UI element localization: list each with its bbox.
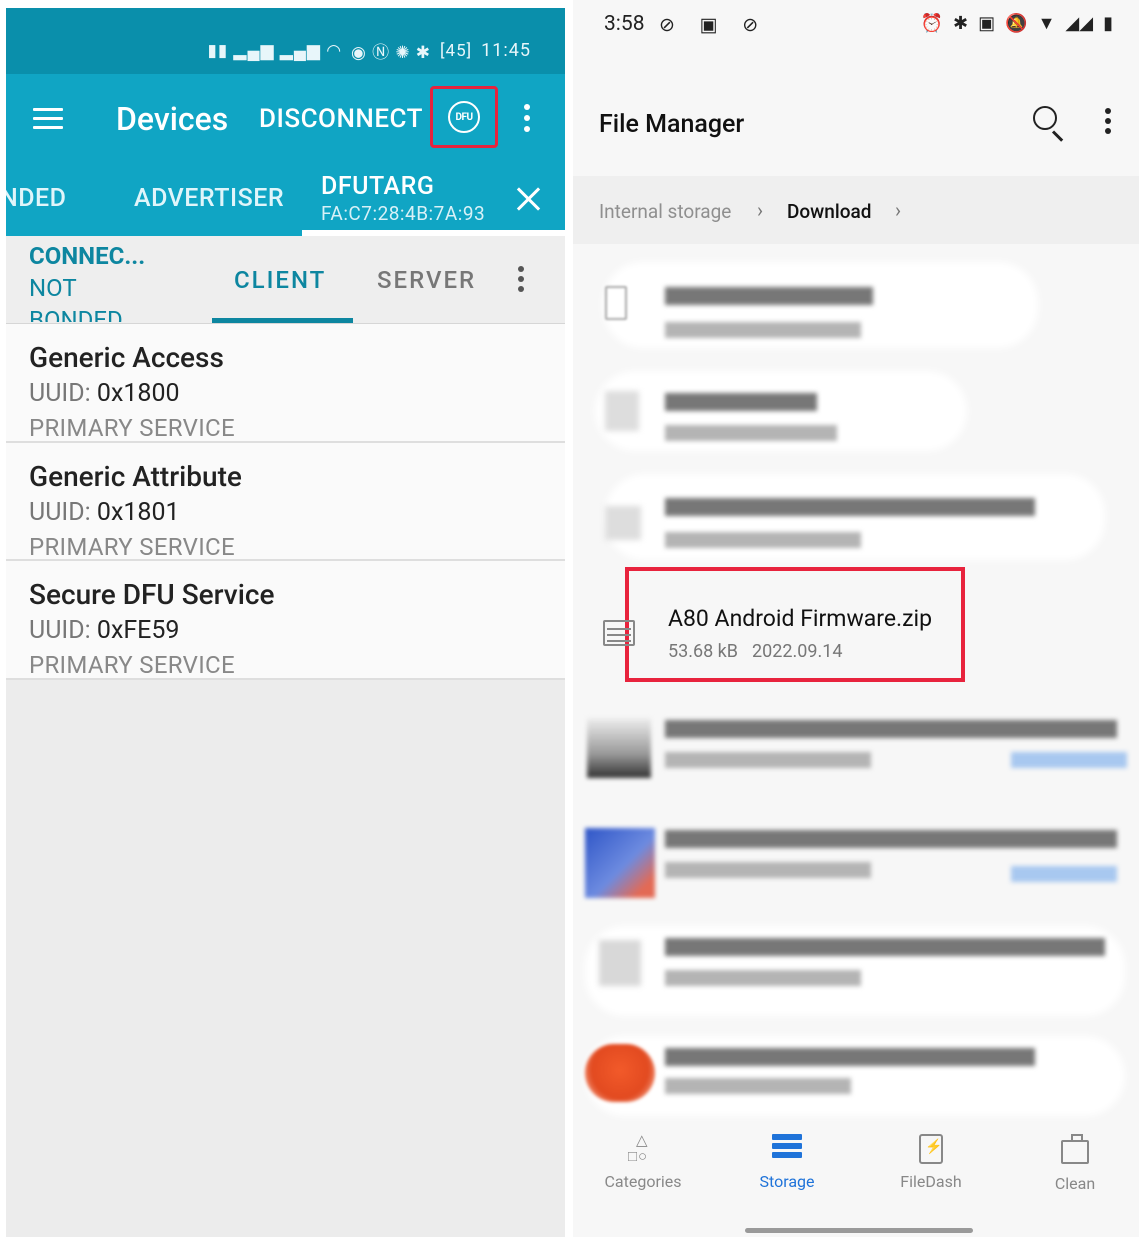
filedash-icon xyxy=(919,1134,943,1164)
right-status-bar: 3:58 ⊘ ▣ ⊘ ⏰ ✱ ▣ 🔕 ▼ ◢◢ ▮ xyxy=(573,0,1139,55)
tab-dfutarg[interactable]: DFUTARG FA:C7:28:4B:7A:93 xyxy=(321,172,485,225)
image-thumbnail xyxy=(585,1044,655,1102)
nav-filedash-label: FileDash xyxy=(900,1172,962,1191)
service-item[interactable]: Generic Access UUID: 0x1800 PRIMARY SERV… xyxy=(6,324,565,443)
service-item[interactable]: Secure DFU Service UUID: 0xFE59 PRIMARY … xyxy=(6,561,565,680)
chevron-right-icon: › xyxy=(895,198,902,222)
signal-icon: ◢◢ xyxy=(1065,13,1094,34)
file-icon xyxy=(605,286,627,320)
status-time: 11:45 xyxy=(481,40,531,61)
file-icon xyxy=(605,391,639,431)
nav-filedash[interactable]: FileDash xyxy=(861,1130,1001,1191)
notification-icons: ⊘ ▣ ⊘ xyxy=(659,13,769,36)
image-thumbnail xyxy=(587,718,651,778)
client-tab-indicator xyxy=(212,318,353,323)
service-uuid: UUID: 0x1800 xyxy=(29,379,180,408)
close-icon[interactable] xyxy=(514,184,544,214)
status-time: 3:58 xyxy=(604,12,645,36)
service-uuid: UUID: 0x1801 xyxy=(29,497,180,527)
firmware-file-meta: 53.68 kB 2022.09.14 xyxy=(668,641,842,662)
list-item-blurred[interactable] xyxy=(573,922,1139,1022)
alarm-icon: ⏰ xyxy=(920,13,944,34)
firmware-file-name[interactable]: A80 Android Firmware.zip xyxy=(668,605,932,632)
image-thumbnail xyxy=(585,828,655,898)
file-manager-screen: 3:58 ⊘ ▣ ⊘ ⏰ ✱ ▣ 🔕 ▼ ◢◢ ▮ File Manager I… xyxy=(573,0,1139,1237)
nav-storage-label: Storage xyxy=(759,1172,815,1191)
status-icons: ⏰ ✱ ▣ 🔕 ▼ ◢◢ ▮ xyxy=(921,13,1113,34)
service-type: PRIMARY SERVICE xyxy=(29,651,235,679)
client-overflow-icon[interactable] xyxy=(518,266,524,296)
menu-icon[interactable] xyxy=(33,108,63,130)
service-type: PRIMARY SERVICE xyxy=(29,532,235,561)
breadcrumb-download[interactable]: Download xyxy=(787,200,871,223)
service-name: Secure DFU Service xyxy=(29,578,275,611)
connection-status: CONNEC... NOT BONDED xyxy=(29,240,179,322)
storage-icon xyxy=(772,1134,802,1164)
tab-bonded[interactable]: NDED xyxy=(6,184,67,213)
overflow-menu-icon[interactable] xyxy=(524,104,532,134)
service-uuid: UUID: 0xFE59 xyxy=(29,616,180,645)
status-icons: ▮▮ ▂▄▆ ▂▄▆ ◠ ◉ Ⓝ ✺ ✱ [45] 11:45 xyxy=(207,38,531,63)
nav-storage[interactable]: Storage xyxy=(717,1130,857,1191)
wifi-icon: ▼ xyxy=(1037,13,1056,34)
chevron-right-icon: › xyxy=(757,198,764,222)
list-item-blurred[interactable] xyxy=(573,700,1139,800)
list-item-blurred[interactable] xyxy=(573,260,1139,360)
file-date: 2022.09.14 xyxy=(752,641,843,662)
bluetooth-icon: ✱ xyxy=(953,13,969,34)
nav-categories[interactable]: Categories xyxy=(573,1130,713,1191)
left-status-bar: ▮▮ ▂▄▆ ▂▄▆ ◠ ◉ Ⓝ ✺ ✱ [45] 11:45 xyxy=(6,8,565,74)
device-tabs: NDED ADVERTISER DFUTARG FA:C7:28:4B:7A:9… xyxy=(6,164,565,236)
archive-icon xyxy=(603,620,635,646)
connection-state: CONNEC... xyxy=(29,242,146,270)
nfc-icon: ◉ Ⓝ ✺ ✱ xyxy=(351,43,432,63)
nav-clean-label: Clean xyxy=(1054,1174,1096,1193)
page-title: File Manager xyxy=(599,110,745,139)
service-list: Generic Access UUID: 0x1800 PRIMARY SERV… xyxy=(6,324,565,680)
clean-icon xyxy=(1061,1134,1089,1164)
mute-icon: 🔕 xyxy=(1005,13,1028,34)
battery-icon: ▮ xyxy=(1103,13,1113,34)
file-size: 53.68 kB xyxy=(668,641,739,662)
volte-icon: ▣ xyxy=(978,13,996,34)
list-item-blurred[interactable] xyxy=(573,472,1139,572)
bottom-navigation: Categories Storage FileDash Clean xyxy=(573,1130,1139,1210)
file-list: A80 Android Firmware.zip 53.68 kB 2022.09… xyxy=(573,250,1139,1120)
list-item-blurred[interactable] xyxy=(573,1032,1139,1132)
disconnect-button[interactable]: DISCONNECT xyxy=(259,104,423,134)
nav-categories-label: Categories xyxy=(604,1172,682,1191)
dfu-icon[interactable]: DFU xyxy=(448,101,480,133)
tab-server[interactable]: SERVER xyxy=(377,266,476,294)
gesture-home-bar[interactable] xyxy=(745,1228,973,1233)
bond-state-line2: BONDED xyxy=(29,306,123,322)
signal-icon: ▮▮ ▂▄▆ ▂▄▆ ◠ xyxy=(207,40,343,61)
battery-icon: [45] xyxy=(440,40,473,61)
client-server-tabs: CONNEC... NOT BONDED CLIENT SERVER xyxy=(6,236,565,324)
file-icon xyxy=(605,506,641,540)
file-icon xyxy=(599,940,641,986)
categories-icon xyxy=(628,1131,658,1165)
overflow-menu-icon[interactable] xyxy=(1105,108,1111,138)
tab-dfutarg-label: DFUTARG xyxy=(321,172,435,201)
breadcrumb-internal-storage[interactable]: Internal storage xyxy=(599,200,731,223)
dfu-button-highlight: DFU xyxy=(430,86,498,148)
service-type: PRIMARY SERVICE xyxy=(29,414,235,442)
breadcrumb: Internal storage › Download › xyxy=(573,176,1139,244)
tab-client[interactable]: CLIENT xyxy=(234,266,326,294)
list-item-blurred[interactable] xyxy=(573,365,1139,465)
nav-clean[interactable]: Clean xyxy=(1005,1130,1139,1193)
list-item-blurred[interactable] xyxy=(573,810,1139,910)
service-name: Generic Access xyxy=(29,341,224,374)
service-item[interactable]: Generic Attribute UUID: 0x1801 PRIMARY S… xyxy=(6,442,565,561)
nrf-connect-screen: ▮▮ ▂▄▆ ▂▄▆ ◠ ◉ Ⓝ ✺ ✱ [45] 11:45 Devices … xyxy=(6,8,565,1237)
search-icon[interactable] xyxy=(1033,106,1067,142)
page-title: Devices xyxy=(116,100,229,138)
file-manager-app-bar: File Manager xyxy=(573,84,1139,164)
devices-app-bar: Devices DISCONNECT DFU xyxy=(6,74,565,164)
device-address: FA:C7:28:4B:7A:93 xyxy=(321,202,486,225)
service-name: Generic Attribute xyxy=(29,459,242,493)
tab-advertiser[interactable]: ADVERTISER xyxy=(134,184,284,213)
bond-state-line1: NOT xyxy=(29,274,77,302)
